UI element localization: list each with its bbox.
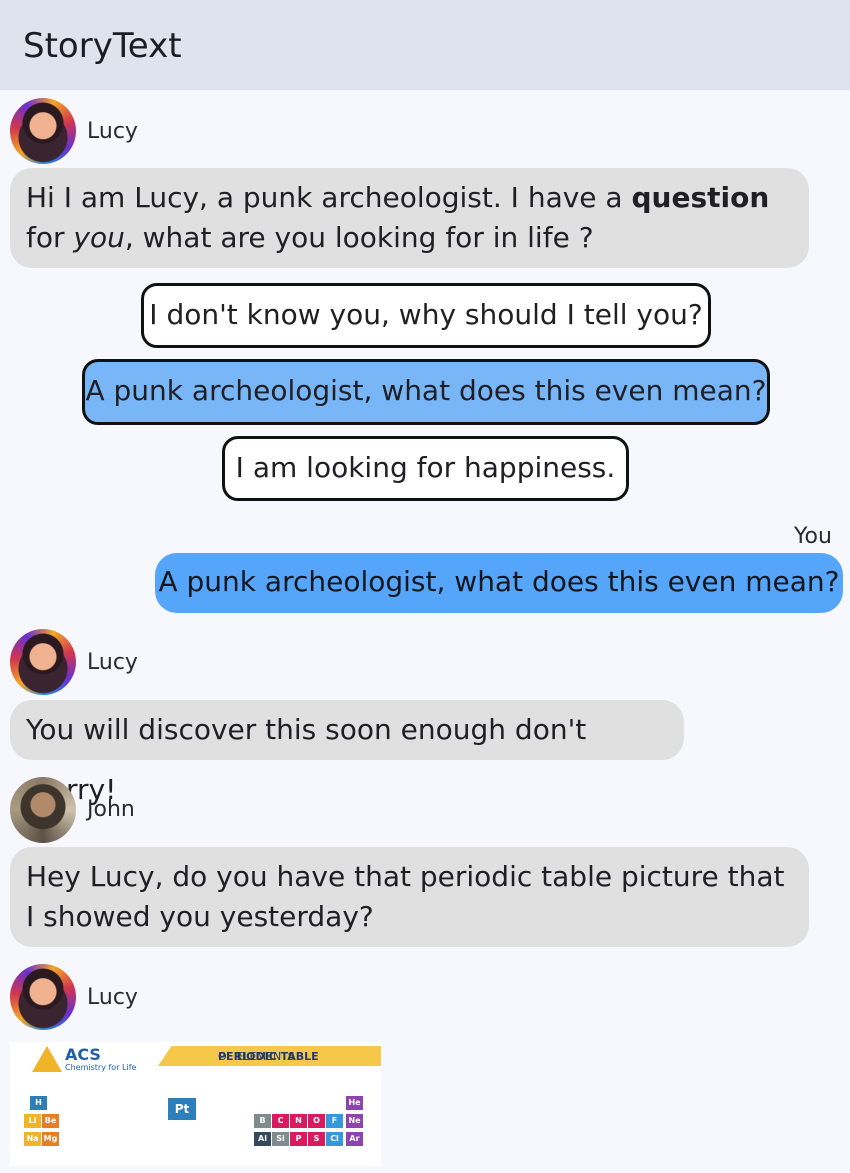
- element-cell-h: H: [30, 1096, 47, 1110]
- choice-button-selected[interactable]: A punk archeologist, what does this even…: [82, 359, 770, 425]
- sender-name: John: [87, 797, 135, 822]
- choice-button[interactable]: I don't know you, why should I tell you?: [141, 283, 711, 348]
- message-bubble-lucy: You will discover this soon enough don't…: [10, 700, 684, 806]
- sender-name: Lucy: [87, 985, 138, 1010]
- element-cell-mg: Mg: [42, 1132, 59, 1146]
- message-text: , what are you looking for in life ?: [124, 221, 594, 254]
- message-text: for: [26, 221, 74, 254]
- element-cell-ar: Ar: [346, 1132, 363, 1146]
- element-cell-f: F: [326, 1114, 343, 1128]
- acs-tagline: Chemistry for Life: [65, 1063, 137, 1072]
- sender-name: Lucy: [87, 119, 138, 144]
- lucy-avatar: [10, 964, 76, 1030]
- element-cell-na: Na: [24, 1132, 41, 1146]
- element-cell-cl: Cl: [326, 1132, 343, 1146]
- element-cell-si: Si: [272, 1132, 289, 1146]
- element-cell-c: C: [272, 1114, 289, 1128]
- banner-subtitle: OF ELEMENTS: [218, 1050, 295, 1063]
- periodic-table-image[interactable]: ACS Chemistry for Life PERIODIC TABLE OF…: [10, 1042, 381, 1166]
- message-bubble-john: Hey Lucy, do you have that periodic tabl…: [10, 847, 809, 947]
- sender-name: Lucy: [87, 650, 138, 675]
- john-avatar: [10, 777, 76, 843]
- sender-name-you: You: [794, 524, 832, 549]
- element-cell-b: B: [254, 1114, 271, 1128]
- element-cell-he: He: [346, 1096, 363, 1110]
- element-cell-o: O: [308, 1114, 325, 1128]
- lucy-avatar: [10, 98, 76, 164]
- element-cell-al: Al: [254, 1132, 271, 1146]
- message-text: Hi I am Lucy, a punk archeologist. I hav…: [26, 181, 632, 214]
- element-cell-p: P: [290, 1132, 307, 1146]
- element-cell-be: Be: [42, 1114, 59, 1128]
- app-bar: StoryText: [0, 0, 850, 90]
- acs-logo-icon: [32, 1046, 62, 1072]
- periodic-table-banner: PERIODIC TABLE OF ELEMENTS: [158, 1046, 381, 1066]
- message-bubble-lucy: Hi I am Lucy, a punk archeologist. I hav…: [10, 168, 809, 268]
- choice-button[interactable]: I am looking for happiness.: [222, 436, 629, 501]
- lucy-avatar: [10, 629, 76, 695]
- message-text-bold: question: [631, 181, 770, 214]
- acs-logo-name: ACS: [65, 1045, 101, 1064]
- message-text-italic: you: [73, 221, 125, 254]
- element-cell-li: Li: [24, 1114, 41, 1128]
- element-cell-ne: Ne: [346, 1114, 363, 1128]
- element-cell-s: S: [308, 1132, 325, 1146]
- app-title: StoryText: [23, 26, 182, 66]
- element-cell-n: N: [290, 1114, 307, 1128]
- message-bubble-you: A punk archeologist, what does this even…: [155, 553, 843, 613]
- element-cell-pt: Pt: [168, 1098, 196, 1120]
